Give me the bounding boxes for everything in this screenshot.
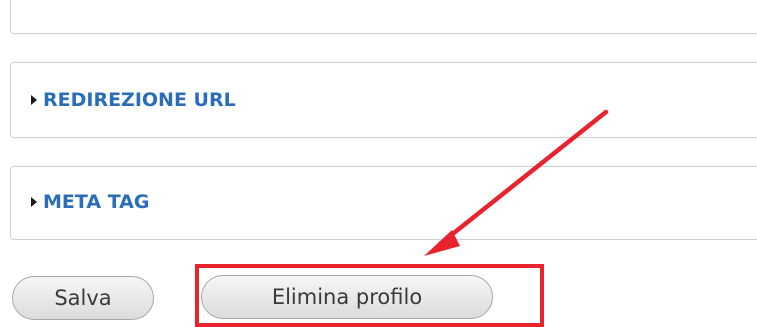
delete-profile-button[interactable]: Elimina profilo <box>201 275 493 319</box>
fieldset-partial-top <box>10 0 757 34</box>
fieldset-toggle-meta-tags[interactable]: META TAG <box>31 191 149 213</box>
fieldset-meta-tags: META TAG <box>10 166 757 240</box>
fieldset-url-redirect: REDIREZIONE URL <box>10 62 757 138</box>
fieldset-title-url-redirect: REDIREZIONE URL <box>43 89 236 111</box>
fieldset-toggle-url-redirect[interactable]: REDIREZIONE URL <box>31 89 236 111</box>
collapsed-triangle-icon <box>31 95 37 105</box>
save-button[interactable]: Salva <box>12 276 154 320</box>
collapsed-triangle-icon <box>31 197 37 207</box>
fieldset-title-meta-tags: META TAG <box>43 191 150 213</box>
